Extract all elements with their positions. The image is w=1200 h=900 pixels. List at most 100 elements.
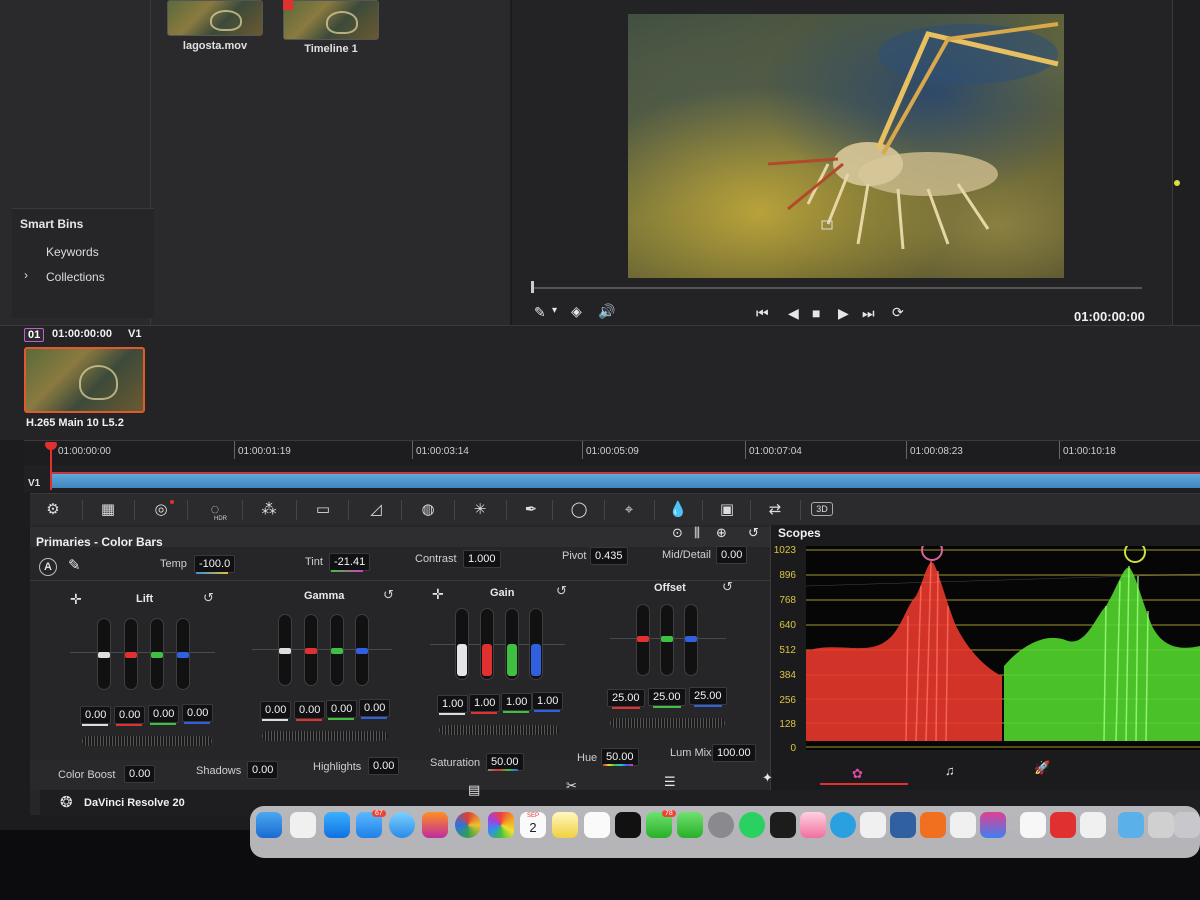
fairlight-page-icon[interactable]: ♫ [945, 764, 955, 777]
gain-slider-y[interactable] [455, 608, 469, 680]
timeline-clip-thumbnail[interactable] [24, 347, 145, 413]
timeline-clip[interactable] [52, 472, 1200, 488]
lift-knob-y[interactable] [98, 652, 110, 658]
offset-master-wheel[interactable] [610, 718, 725, 728]
color-match-icon[interactable]: ▦ [95, 499, 121, 521]
window-icon[interactable]: ◯ [566, 499, 592, 521]
offset-reset-icon[interactable]: ↺ [722, 579, 733, 595]
gain-reset-icon[interactable]: ↺ [556, 583, 567, 599]
camera-raw-icon[interactable]: ⚙ [40, 499, 66, 521]
app-icon[interactable] [950, 812, 976, 838]
gamma-master-wheel[interactable] [262, 731, 388, 741]
highlights-value[interactable]: 0.00 [368, 757, 400, 775]
notes-icon[interactable] [552, 812, 578, 838]
tint-value[interactable]: -21.41 [329, 553, 371, 571]
warper-grid-icon[interactable]: ✳ [467, 499, 493, 521]
gamma-knob-y[interactable] [279, 648, 291, 654]
3d-button[interactable]: 3D [811, 502, 833, 516]
gain-picker-icon[interactable]: ✛ [432, 587, 444, 601]
viewer-scrub-handle[interactable] [531, 281, 534, 293]
photos-icon[interactable] [488, 812, 514, 838]
speaker-icon[interactable]: 🔊 [598, 304, 615, 318]
lift-value-y[interactable]: 0.00 [80, 706, 112, 724]
freeform-icon[interactable] [584, 812, 610, 838]
qualifier-icon[interactable]: ✒ [518, 499, 544, 521]
clip-thumb-timeline[interactable] [283, 0, 379, 40]
gamma-value-b[interactable]: 0.00 [359, 699, 391, 717]
chevron-down-icon[interactable]: ▾ [552, 306, 557, 316]
gain-slider-g[interactable] [505, 608, 519, 680]
offset-value-b[interactable]: 25.00 [689, 687, 727, 705]
lift-slider-r[interactable] [124, 618, 138, 690]
lift-picker-icon[interactable]: ✛ [70, 592, 82, 606]
offset-knob-r[interactable] [637, 636, 649, 642]
color-boost-value[interactable]: 0.00 [124, 765, 156, 783]
offset-knob-g[interactable] [661, 636, 673, 642]
lift-master-wheel[interactable] [82, 736, 212, 746]
gain-slider-b[interactable] [529, 608, 543, 680]
stop-icon[interactable]: ■ [812, 306, 820, 320]
lift-slider-g[interactable] [150, 618, 164, 690]
play-reverse-icon[interactable]: ◀ [788, 306, 799, 320]
firefox-icon[interactable] [422, 812, 448, 838]
viewer-scrubber[interactable] [534, 287, 1142, 289]
temp-value[interactable]: -100.0 [194, 555, 236, 573]
offset-slider-b[interactable] [684, 604, 698, 676]
apple-tv-icon[interactable] [615, 812, 641, 838]
chevron-right-icon[interactable]: › [24, 268, 28, 282]
gamma-knob-b[interactable] [356, 648, 368, 654]
red-channel-handle[interactable] [921, 539, 943, 561]
shadows-value[interactable]: 0.00 [247, 761, 279, 779]
lift-value-g[interactable]: 0.00 [148, 705, 180, 723]
offset-knob-b[interactable] [685, 636, 697, 642]
eyedropper-icon[interactable]: ✎ [534, 305, 546, 319]
color-page-icon[interactable]: ✿ [852, 767, 863, 780]
gamma-slider-y[interactable] [278, 614, 292, 686]
edit-page-icon[interactable]: ☰ [664, 775, 676, 788]
launchpad-icon[interactable] [290, 812, 316, 838]
white-balance-picker-icon[interactable]: ✎ [68, 558, 81, 573]
wheels-mode-icon[interactable]: ⊙ [672, 526, 683, 539]
wps-icon[interactable] [1050, 812, 1076, 838]
app-icon[interactable] [890, 812, 916, 838]
lift-value-b[interactable]: 0.00 [182, 704, 214, 722]
gain-value-r[interactable]: 1.00 [469, 694, 501, 712]
calendar-icon[interactable]: SEP 2 [520, 812, 546, 838]
smart-bin-keywords[interactable]: Keywords [46, 245, 99, 259]
shortcuts-icon[interactable] [980, 812, 1006, 838]
viewer-frame[interactable] [628, 14, 1064, 278]
gain-master-wheel[interactable] [439, 725, 559, 735]
tracker-icon[interactable]: ⌖ [616, 499, 642, 521]
chrome-icon[interactable] [455, 812, 481, 838]
gamma-knob-r[interactable] [305, 648, 317, 654]
smart-bin-collections[interactable]: Collections [46, 270, 105, 284]
sizing-icon[interactable]: ⇄ [762, 499, 788, 521]
gain-slider-r[interactable] [480, 608, 494, 680]
davinci-resolve-icon[interactable] [770, 812, 796, 838]
gamma-value-r[interactable]: 0.00 [294, 701, 326, 719]
app-icon[interactable] [1080, 812, 1106, 838]
lift-slider-b[interactable] [176, 618, 190, 690]
playhead[interactable] [50, 447, 52, 490]
lift-reset-icon[interactable]: ↺ [203, 590, 214, 606]
zotero-icon[interactable] [920, 812, 946, 838]
offset-slider-r[interactable] [636, 604, 650, 676]
deliver-page-icon[interactable]: 🚀 [1034, 761, 1050, 774]
downloads-folder-icon[interactable] [1118, 812, 1144, 838]
lift-knob-r[interactable] [125, 652, 137, 658]
gamma-value-y[interactable]: 0.00 [260, 701, 292, 719]
media-page-icon[interactable]: ▤ [468, 783, 480, 796]
green-channel-handle[interactable] [1124, 541, 1146, 563]
rgb-mixer-icon[interactable]: ⁂ [256, 499, 282, 521]
gain-value-b[interactable]: 1.00 [532, 692, 564, 710]
offset-slider-g[interactable] [660, 604, 674, 676]
layers-icon[interactable]: ◈ [571, 304, 582, 318]
lift-knob-b[interactable] [177, 652, 189, 658]
app-icon[interactable] [1148, 812, 1174, 838]
motion-effects-icon[interactable]: ▭ [310, 499, 336, 521]
curve-point[interactable] [1174, 180, 1180, 186]
gain-value-y[interactable]: 1.00 [437, 695, 469, 713]
reset-all-icon[interactable]: ↺ [748, 526, 759, 539]
gamma-slider-g[interactable] [330, 614, 344, 686]
clip-thumb-lagosta[interactable] [167, 0, 263, 36]
